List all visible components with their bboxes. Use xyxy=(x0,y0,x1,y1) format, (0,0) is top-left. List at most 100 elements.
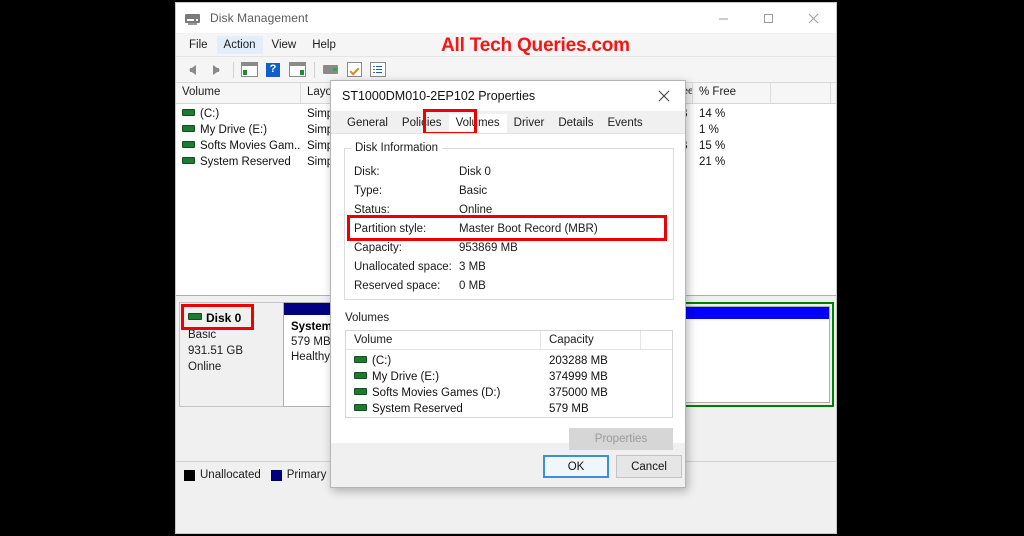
column-header-capacity[interactable]: Capacity xyxy=(541,331,641,349)
disk-name: Disk 0 xyxy=(206,311,242,325)
disk-name-row: Disk 0 xyxy=(188,311,283,325)
label-disk: Disk: xyxy=(354,166,380,178)
properties-icon[interactable] xyxy=(367,60,389,80)
rescan-disks-icon[interactable] xyxy=(319,60,341,80)
label-status: Status: xyxy=(354,204,390,216)
minimize-icon xyxy=(719,18,728,19)
cell-capacity: 375000 MB xyxy=(549,387,608,399)
table-row[interactable]: Softs Movies Games (D:) 375000 MB xyxy=(346,385,672,401)
close-button[interactable] xyxy=(791,3,836,33)
maximize-button[interactable] xyxy=(746,3,791,33)
legend-item-unallocated: Unallocated xyxy=(184,469,261,481)
disk-type: Basic xyxy=(188,329,217,341)
cell-volume: (C:) xyxy=(372,355,392,367)
volumes-table-rows: (C:) 203288 MB My Drive (E:) 374999 MB S… xyxy=(346,350,672,417)
toolbar-separator-2 xyxy=(314,61,315,78)
cell-volume: My Drive (E:) xyxy=(372,371,440,383)
value-disk: Disk 0 xyxy=(459,166,491,178)
volumes-table-header: Volume Capacity xyxy=(346,331,672,350)
disk-information-group-label: Disk Information xyxy=(351,142,443,154)
volume-icon xyxy=(182,125,195,133)
minimize-button[interactable] xyxy=(701,3,746,33)
volume-icon xyxy=(182,157,195,165)
cell-volume: System Reserved xyxy=(200,156,291,168)
dialog-title: ST1000DM010-2EP102 Properties xyxy=(342,89,536,103)
menu-bar: File Action View Help All Tech Queries.c… xyxy=(176,34,836,57)
volumes-group-label: Volumes xyxy=(345,312,394,324)
volume-icon xyxy=(182,109,195,117)
cancel-button[interactable]: Cancel xyxy=(616,455,682,478)
dialog-close-button[interactable] xyxy=(643,81,685,111)
tab-events[interactable]: Events xyxy=(601,114,650,133)
tab-details[interactable]: Details xyxy=(551,114,600,133)
cell-capacity: 579 MB xyxy=(549,403,589,415)
volumes-table[interactable]: Volume Capacity (C:) 203288 MB My Drive … xyxy=(345,330,673,418)
show-action-pane-icon[interactable] xyxy=(286,60,308,80)
value-capacity: 953869 MB xyxy=(459,242,518,254)
menu-item-help[interactable]: Help xyxy=(305,36,343,54)
volume-icon xyxy=(354,356,367,364)
cell-percent-free: 15 % xyxy=(699,140,726,152)
volume-icon xyxy=(354,388,367,396)
check-icon[interactable] xyxy=(343,60,365,80)
volume-icon xyxy=(354,404,367,412)
dialog-body: Disk Information Disk: Disk 0 Type: Basi… xyxy=(331,133,685,450)
disk-status: Online xyxy=(188,361,222,373)
disk-drive-icon xyxy=(184,10,202,26)
show-hide-console-tree-icon[interactable] xyxy=(238,60,260,80)
tab-general[interactable]: General xyxy=(340,114,395,133)
help-icon[interactable]: ? xyxy=(262,60,284,80)
window-titlebar: Disk Management xyxy=(176,3,836,34)
value-unallocated-space: 3 MB xyxy=(459,261,486,273)
window-controls xyxy=(701,3,836,33)
tab-volumes[interactable]: Volumes xyxy=(448,114,507,133)
forward-arrow-icon[interactable] xyxy=(205,60,227,80)
cell-percent-free: 1 % xyxy=(699,124,719,136)
cell-volume: Softs Movies Gam... xyxy=(200,140,301,152)
watermark-text: All Tech Queries.com xyxy=(441,35,630,56)
properties-button[interactable]: Properties xyxy=(569,428,673,450)
label-unallocated-space: Unallocated space: xyxy=(354,261,452,273)
label-partition-style: Partition style: xyxy=(354,223,427,235)
dialog-titlebar: ST1000DM010-2EP102 Properties xyxy=(331,81,685,111)
label-type: Type: xyxy=(354,185,383,197)
screenshot-root: Disk Management File Action View Help Al… xyxy=(0,0,1024,536)
menu-item-view[interactable]: View xyxy=(265,36,304,54)
legend-swatch-unallocated xyxy=(184,469,195,481)
tab-policies[interactable]: Policies xyxy=(395,114,449,133)
value-status: Online xyxy=(459,204,493,216)
column-header-volume[interactable]: Volume xyxy=(346,331,541,349)
legend-label: Unallocated xyxy=(200,469,261,481)
close-icon xyxy=(808,13,819,23)
table-row[interactable]: My Drive (E:) 374999 MB xyxy=(346,369,672,385)
cell-volume: System Reserved xyxy=(372,403,463,415)
column-header-volume[interactable]: Volume xyxy=(176,83,301,103)
value-reserved-space: 0 MB xyxy=(459,280,486,292)
column-header-percent-free[interactable]: % Free xyxy=(693,83,771,103)
dialog-tabstrip: General Policies Volumes Driver Details … xyxy=(331,109,685,135)
table-row[interactable]: (C:) 203288 MB xyxy=(346,353,672,369)
cell-percent-free: 14 % xyxy=(699,108,726,120)
cell-capacity: 203288 MB xyxy=(549,355,608,367)
window-title: Disk Management xyxy=(210,11,309,25)
label-capacity: Capacity: xyxy=(354,242,402,254)
label-reserved-space: Reserved space: xyxy=(354,280,441,292)
disk-size: 931.51 GB xyxy=(188,345,243,357)
table-row[interactable]: System Reserved 579 MB xyxy=(346,401,672,417)
legend-swatch-primary-partition xyxy=(270,469,282,481)
column-header-extra[interactable] xyxy=(771,83,831,103)
cell-capacity: 374999 MB xyxy=(549,371,608,383)
menu-item-file[interactable]: File xyxy=(182,36,215,54)
cell-volume: (C:) xyxy=(200,108,220,120)
tab-driver[interactable]: Driver xyxy=(507,114,552,133)
cell-volume: My Drive (E:) xyxy=(200,124,268,136)
toolbar-separator xyxy=(233,61,234,78)
volume-icon xyxy=(182,141,195,149)
column-header-blank[interactable] xyxy=(641,331,672,349)
disk-header[interactable]: Disk 0 Basic 931.51 GB Online xyxy=(179,302,283,407)
disk-properties-dialog: ST1000DM010-2EP102 Properties General Po… xyxy=(330,80,686,488)
value-type: Basic xyxy=(459,185,488,197)
ok-button[interactable]: OK xyxy=(543,455,609,478)
back-arrow-icon[interactable] xyxy=(181,60,203,80)
menu-item-action[interactable]: Action xyxy=(216,36,263,54)
